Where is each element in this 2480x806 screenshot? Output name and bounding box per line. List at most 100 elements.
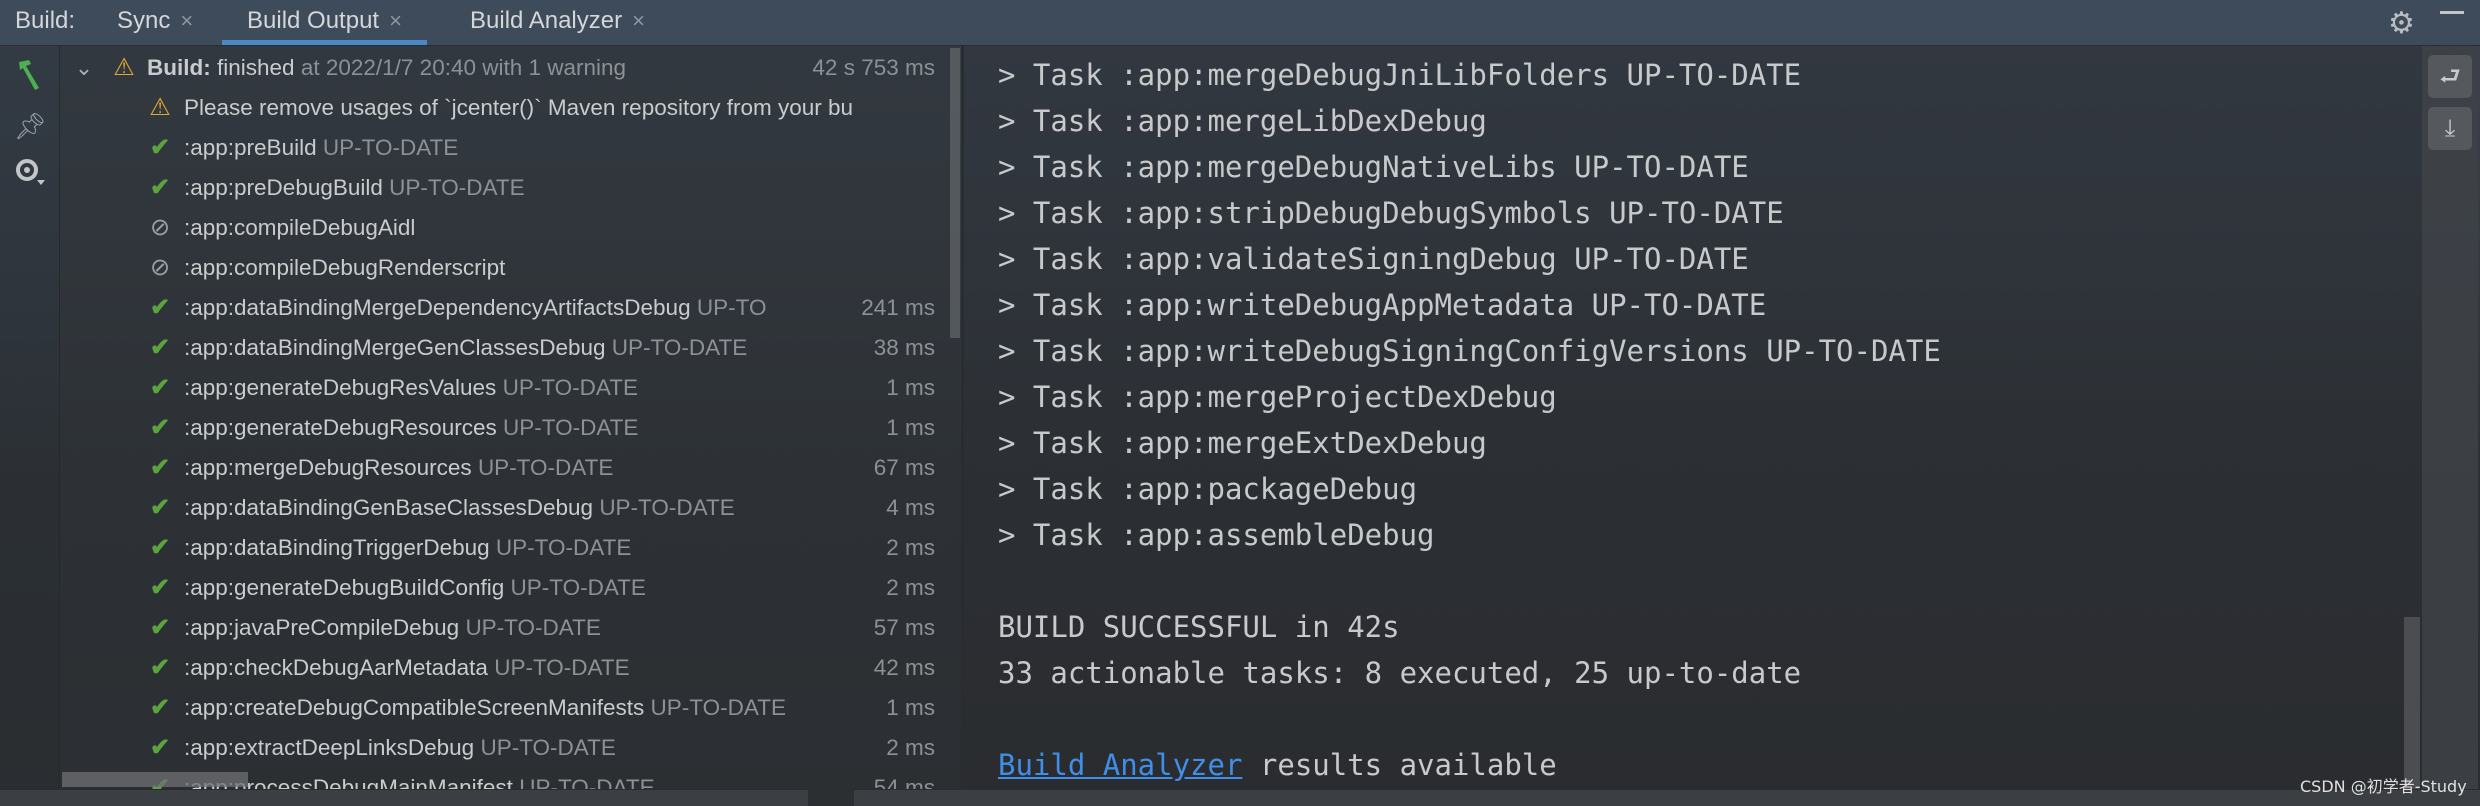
tree-vertical-scrollbar[interactable] xyxy=(950,48,960,338)
build-analyzer-link[interactable]: Build Analyzer xyxy=(998,748,1242,782)
task-row[interactable]: ✔ :app:checkDebugAarMetadata UP-TO-DATE 42… xyxy=(60,648,945,688)
tab-label: Sync xyxy=(117,7,171,34)
task-duration: 241 ms xyxy=(861,295,935,320)
task-state: UP-TO-DATE xyxy=(502,415,639,440)
task-row[interactable]: ✔:app:dataBindingMergeGenClassesDebug UP… xyxy=(60,328,945,368)
task-row[interactable]: ✔ :app:createDebugCompatibleScreenManifes… xyxy=(60,688,945,728)
task-row[interactable]: ⊘:app:compileDebugAidl xyxy=(60,208,945,248)
task-name: :app:compileDebugRenderscript xyxy=(184,255,506,280)
skipped-icon: ⊘ xyxy=(149,254,171,281)
console-toolbar: ⮐ ⤓ xyxy=(2422,46,2478,789)
task-row[interactable]: ✔:app:extractDeepLinksDebug UP-TO-DATE 2 … xyxy=(60,728,945,768)
tab-build-analyzer[interactable]: Build Analyzer × xyxy=(470,0,645,45)
check-icon: ✔ xyxy=(149,454,171,481)
task-row[interactable]: ✔:app:preDebugBuild UP-TO-DATE xyxy=(60,168,945,208)
task-label: :app:processDebugMainManifest UP-TO-DATE xyxy=(184,768,655,789)
task-name: :app:generateDebugResources xyxy=(184,415,497,440)
selected-tool-button[interactable] xyxy=(808,790,854,806)
task-label: :app:createDebugCompatibleScreenManifest… xyxy=(184,688,786,728)
task-name: :app:javaPreCompileDebug xyxy=(184,615,460,640)
task-state: UP-TO-DATE xyxy=(494,655,630,680)
task-duration: 42 ms xyxy=(873,655,935,680)
minimize-icon[interactable] xyxy=(2440,11,2464,14)
console-scrollbar[interactable] xyxy=(2404,617,2420,789)
task-row[interactable]: ✔:app:mergeDebugResources UP-TO-DATE 67 m… xyxy=(60,448,945,488)
eye-icon[interactable] xyxy=(12,158,48,194)
task-row[interactable]: ✔ :app:preBuild UP-TO-DATE xyxy=(60,128,945,168)
task-label: :app:extractDeepLinksDebug UP-TO-DATE xyxy=(184,728,616,768)
task-label: :app:preDebugBuild UP-TO-DATE xyxy=(184,168,525,208)
task-label: :app:preBuild UP-TO-DATE xyxy=(184,128,458,168)
console-line: BUILD SUCCESSFUL in 42s xyxy=(998,610,1400,644)
task-name: :app:generateDebugBuildConfig xyxy=(184,575,505,600)
check-icon: ✔ xyxy=(149,134,171,161)
console-line: > Task :app:mergeProjectDexDebug xyxy=(998,380,1557,414)
build-label: Build: xyxy=(147,55,211,80)
warning-text: Please remove usages of `jcenter()` Mave… xyxy=(184,95,854,120)
console-line: Build Analyzer results available xyxy=(998,742,1557,788)
build-tree: ⌄ ⚠ Build: finished at 2022/1/7 20:40 wi… xyxy=(60,46,960,789)
close-icon[interactable]: × xyxy=(389,8,402,33)
check-icon: ✔ xyxy=(149,734,171,761)
task-duration: 57 ms xyxy=(873,615,935,640)
tool-window-tabbar: Build: Sync × Build Output × Build Analyze… xyxy=(0,0,2480,46)
console-line: > Task :app:packageDebug xyxy=(998,472,1418,506)
task-name: :app:preDebugBuild xyxy=(184,175,383,200)
task-duration: 4 ms xyxy=(886,495,935,520)
soft-wrap-icon[interactable]: ⮐ xyxy=(2428,55,2472,98)
console-line: > Task :app:writeDebugSigningConfigVersi… xyxy=(998,334,1941,368)
task-row[interactable]: ✔:app:generateDebugResources UP-TO-DATE 1… xyxy=(60,408,945,448)
check-icon: ✔ xyxy=(149,654,171,681)
tree-horizontal-scrollbar[interactable] xyxy=(62,772,248,787)
tab-sync[interactable]: Sync × xyxy=(117,0,193,45)
task-row[interactable]: ✔ :app:generateDebugBuildConfig UP-TO-DAT… xyxy=(60,568,945,608)
task-row[interactable]: ⊘ :app:compileDebugRenderscript xyxy=(60,248,945,288)
task-label: :app:generateDebugResValues UP-TO-DATE xyxy=(184,368,638,408)
console-line: > Task :app:assembleDebug xyxy=(998,518,1435,552)
build-status-text: finished xyxy=(217,55,295,80)
close-icon[interactable]: × xyxy=(180,8,193,33)
gear-icon[interactable]: ⚙ xyxy=(2388,6,2415,41)
build-label: Build: xyxy=(15,7,76,34)
scroll-to-end-icon[interactable]: ⤓ xyxy=(2428,107,2472,150)
task-duration: 1 ms xyxy=(886,695,935,720)
task-state: UP-TO-DATE xyxy=(477,455,614,480)
task-name: :app:preBuild xyxy=(184,135,317,160)
task-label: :app:dataBindingGenBaseClassesDebug UP-T… xyxy=(184,488,735,528)
task-name: :app:dataBindingTriggerDebug xyxy=(184,535,490,560)
close-icon[interactable]: × xyxy=(632,8,645,33)
build-duration: 42 s 753 ms xyxy=(812,55,935,80)
task-state: UP-TO xyxy=(696,295,767,320)
warning-icon: ⚠ xyxy=(113,54,135,81)
console-line: > Task :app:validateSigningDebug UP-TO-D… xyxy=(998,242,1749,276)
warning-node[interactable]: ⚠ Please remove usages of `jcenter()` Ma… xyxy=(60,88,945,128)
task-row[interactable]: ✔:app:dataBindingGenBaseClassesDebug UP-… xyxy=(60,488,945,528)
pin-icon[interactable]: 📌︎ xyxy=(12,108,48,144)
task-label: :app:generateDebugBuildConfig UP-TO-DATE xyxy=(184,568,646,608)
task-row[interactable]: ✔:app:javaPreCompileDebug UP-TO-DATE 57 m… xyxy=(60,608,945,648)
link-suffix: results available xyxy=(1242,748,1557,782)
chevron-down-icon[interactable]: ⌄ xyxy=(72,48,96,88)
task-duration: 2 ms xyxy=(886,535,935,560)
task-state: UP-TO-DATE xyxy=(510,575,646,600)
hammer-icon[interactable] xyxy=(12,56,48,92)
check-icon: ✔ xyxy=(149,574,171,601)
task-name: :app:extractDeepLinksDebug xyxy=(184,735,475,760)
tab-build-output[interactable]: Build Output × xyxy=(222,0,427,45)
task-state: UP-TO-DATE xyxy=(519,775,655,789)
task-row[interactable]: ✔ :app:generateDebugResValues UP-TO-DATE 1… xyxy=(60,368,945,408)
build-root-node[interactable]: ⌄ ⚠ Build: finished at 2022/1/7 20:40 wi… xyxy=(60,48,945,88)
task-label: :app:generateDebugResources UP-TO-DATE xyxy=(184,408,638,448)
task-label: :app:checkDebugAarMetadata UP-TO-DATE xyxy=(184,648,630,688)
console-line: > Task :app:writeDebugAppMetadata UP-TO-… xyxy=(998,288,1767,322)
warning-icon: ⚠ xyxy=(149,94,171,121)
task-name: :app:checkDebugAarMetadata xyxy=(184,655,488,680)
check-icon: ✔ xyxy=(149,694,171,721)
task-state: UP-TO-DATE xyxy=(599,495,735,520)
check-icon: ✔ xyxy=(149,374,171,401)
task-row[interactable]: ✔:app:dataBindingMergeDependencyArtifact… xyxy=(60,288,945,328)
console-line: > Task :app:mergeExtDexDebug xyxy=(998,426,1487,460)
task-row[interactable]: ✔:app:dataBindingTriggerDebug UP-TO-DATE… xyxy=(60,528,945,568)
console-line: 33 actionable tasks: 8 executed, 25 up-t… xyxy=(998,656,1802,690)
task-duration: 1 ms xyxy=(886,375,935,400)
